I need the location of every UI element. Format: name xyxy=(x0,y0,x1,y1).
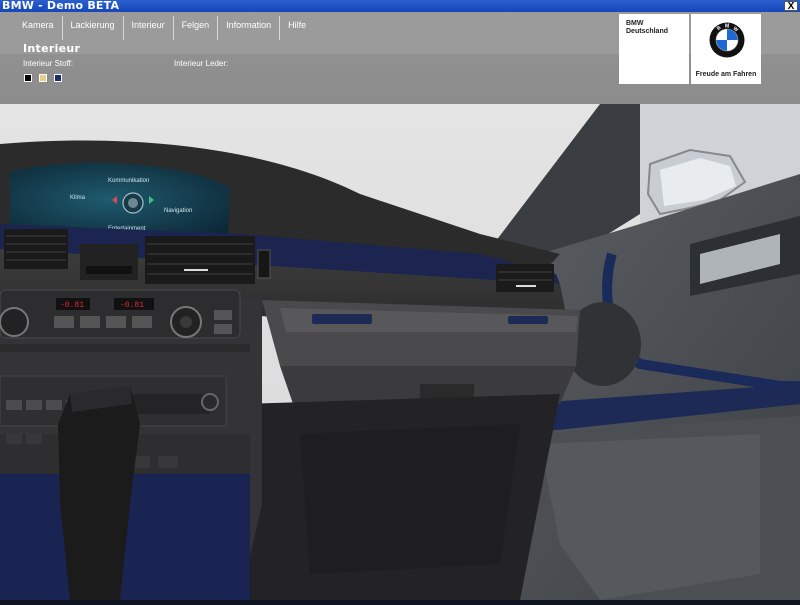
main-nav: Kamera Lackierung Interieur Felgen Infor… xyxy=(14,16,314,40)
brand-region: Deutschland xyxy=(626,28,669,35)
tab-interieur[interactable]: Interieur xyxy=(122,16,173,40)
radio-display-left: -0.81 xyxy=(60,301,84,310)
brand-slogan: Freude am Fahren xyxy=(695,71,757,78)
window-title-bar: BMW - Demo BETA X xyxy=(0,0,800,12)
fabric-swatch-blue[interactable] xyxy=(54,74,62,82)
brand-name: BMW xyxy=(626,20,644,27)
fabric-swatch-beige[interactable] xyxy=(39,74,47,82)
tab-information[interactable]: Information xyxy=(217,16,279,40)
interior-3d-view[interactable]: Kommunikation Klima Navigation Entertain… xyxy=(0,104,800,600)
tab-felgen[interactable]: Felgen xyxy=(172,16,218,40)
bmw-logo-icon: B M W xyxy=(709,22,745,58)
tab-lackierung[interactable]: Lackierung xyxy=(61,16,123,40)
screen-label-navigation: Navigation xyxy=(164,208,192,214)
logo-letter-m: M xyxy=(725,24,729,30)
logo-box: B M W Freude am Fahren xyxy=(691,14,761,84)
close-button[interactable]: X xyxy=(784,1,798,12)
leather-label: Interieur Leder: xyxy=(174,59,229,68)
fabric-swatch-black[interactable] xyxy=(24,74,32,82)
fabric-label: Interieur Stoff: xyxy=(23,59,74,68)
screen-label-klima: Klima xyxy=(70,195,86,201)
page-title: Interieur xyxy=(23,42,81,55)
dealer-box: BMW Deutschland xyxy=(619,14,689,84)
screen-label-kommunikation: Kommunikation xyxy=(108,178,149,184)
configurator-header: Kamera Lackierung Interieur Felgen Infor… xyxy=(0,12,800,104)
dashboard-render: Kommunikation Klima Navigation Entertain… xyxy=(0,104,800,600)
radio-display-right: -0.81 xyxy=(120,301,144,310)
tab-hilfe[interactable]: Hilfe xyxy=(279,16,314,40)
window-title: BMW - Demo BETA xyxy=(2,0,120,12)
tab-kamera[interactable]: Kamera xyxy=(14,16,62,40)
